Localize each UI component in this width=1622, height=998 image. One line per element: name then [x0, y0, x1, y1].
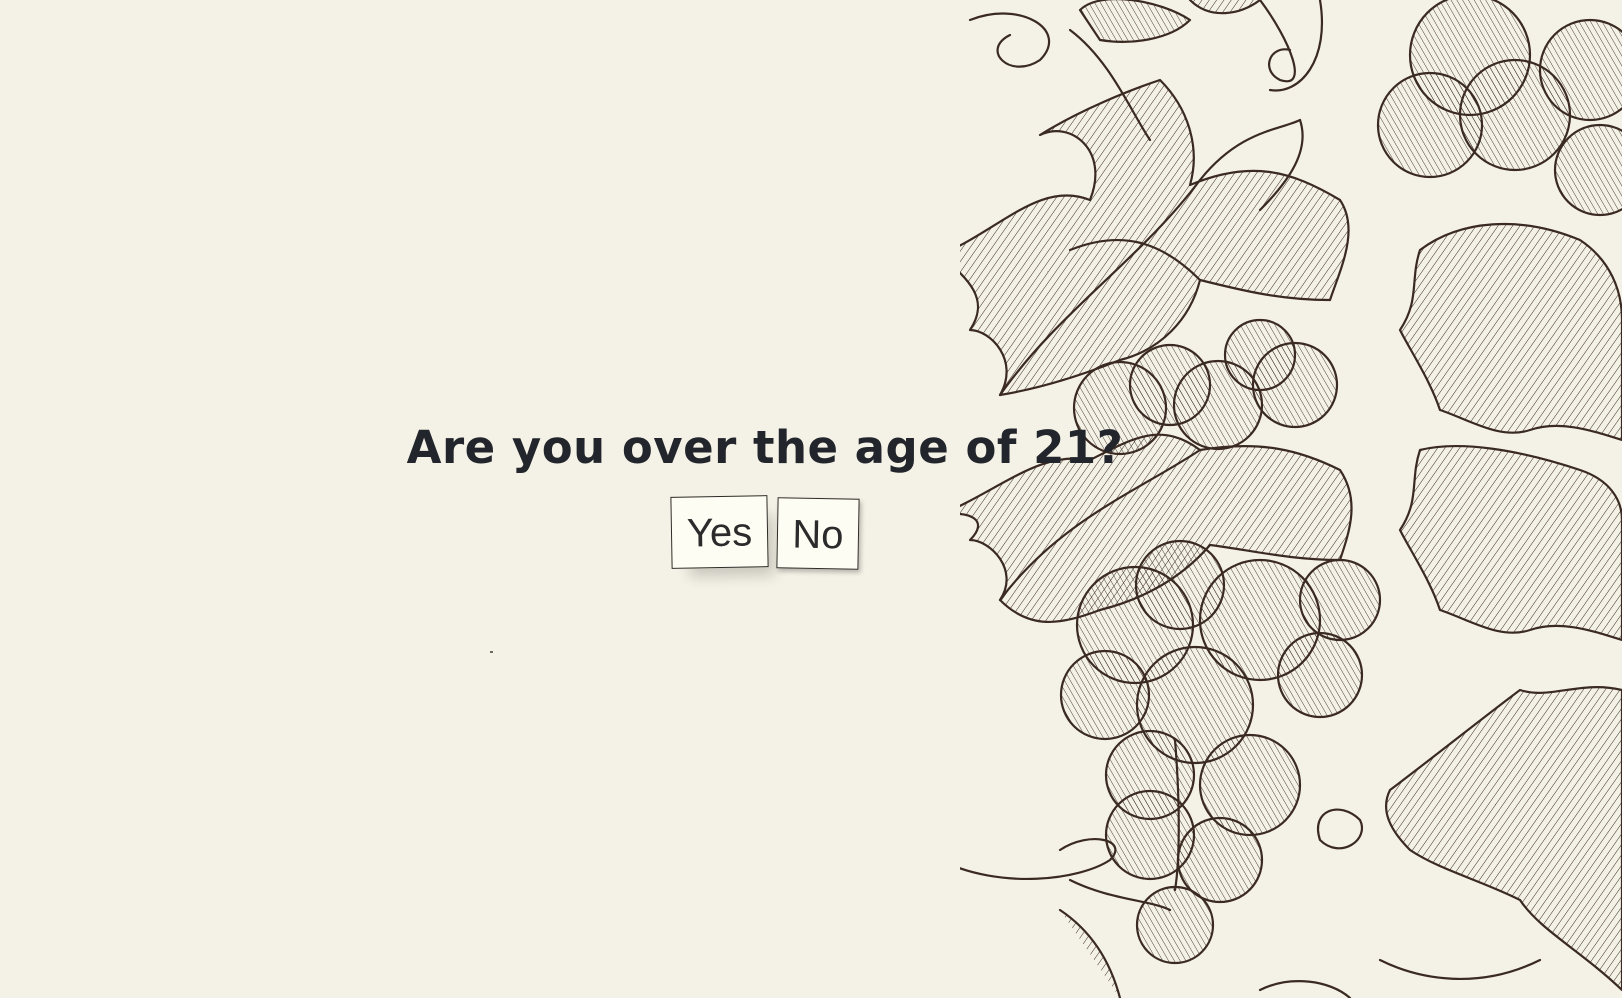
no-button[interactable]: No [776, 497, 860, 570]
age-verification-page: Are you over the age of 21? Yes No [0, 0, 1622, 998]
age-gate-buttons: Yes No [670, 495, 871, 576]
stray-speck [490, 651, 493, 653]
age-question-heading: Are you over the age of 21? [406, 421, 1124, 474]
grape-vine-illustration [960, 0, 1622, 998]
grape-vine-drawing [960, 0, 1622, 998]
age-gate-dialog: Are you over the age of 21? [0, 418, 1530, 478]
yes-button[interactable]: Yes [670, 495, 769, 569]
